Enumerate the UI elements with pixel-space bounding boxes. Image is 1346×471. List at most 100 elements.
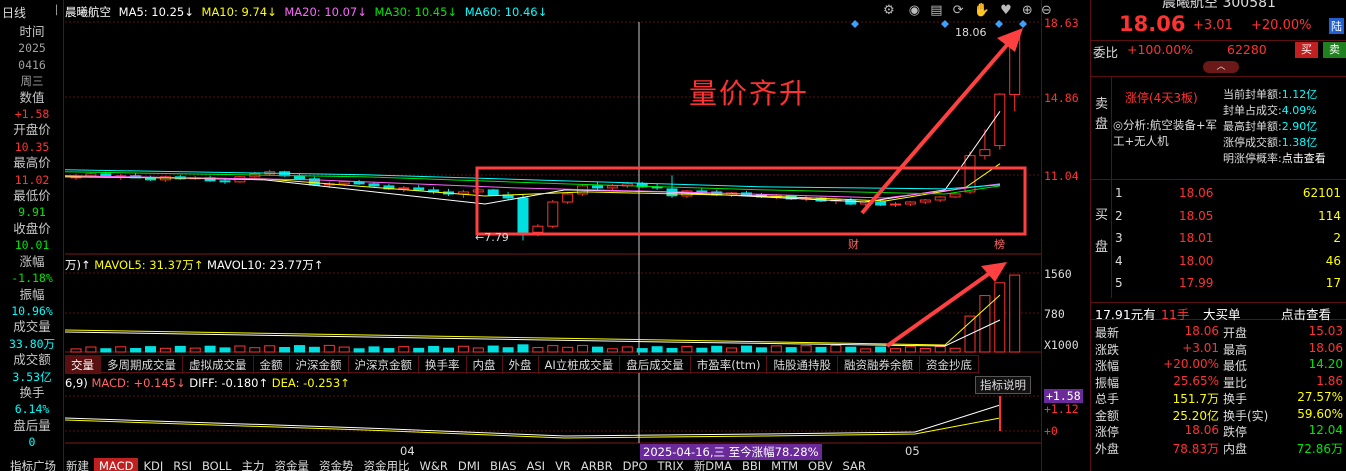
indicator-tab[interactable]: 资金抄底 [920,356,979,374]
bottom-tab[interactable]: 新建 [61,458,94,471]
indicator-tab[interactable]: 沪深金额 [290,356,349,374]
volume-bar [413,347,425,353]
volume-bar [428,345,440,353]
volume-bar [741,345,752,353]
analysis-text[interactable]: ◎分析:航空装备+军工+无人机 [1113,117,1223,149]
bottom-tab[interactable]: VR [550,458,576,471]
kline-chart-area[interactable]: 晨曦航空 MA5: 10.25↓ MA10: 9.74↓ MA20: 10.07… [10,0,1052,471]
bottom-tab[interactable]: 资金用比 [359,458,415,471]
left-value: 0416 [18,57,46,72]
bottom-tab[interactable]: ASI [522,458,551,471]
buy-side-label: 买盘 [1095,208,1109,255]
indicator-tab[interactable]: 沪深京金额 [349,356,419,374]
indicator-tab[interactable]: 市盈率(ttm) [691,356,768,374]
bid-price: 17.99 [1179,276,1214,291]
volume-bar [800,345,812,353]
bid-level: 1 [1115,186,1123,200]
quote-grid: 最新 18.06 开盘 15.03 涨跌 +3.01 最高 18.06 涨幅 +20.00% 最低 1… [1095,324,1345,456]
bottom-tab[interactable]: SAR [837,458,870,471]
limit-stats: 当前封单额:1.12亿 封单占成交:4.09% 最高封单额:2.90亿 涨停成交额:1… [1223,87,1326,167]
indicator-tab[interactable]: 换手率 [419,356,467,374]
indicator-tab[interactable]: 虚拟成交量 [183,356,254,374]
bottom-tab[interactable]: ARBR [576,458,618,471]
indicator-help-button[interactable]: 指标说明 [975,376,1031,394]
quote-label: 涨停 [1095,425,1120,439]
candle-body [517,197,529,233]
bottom-tab[interactable]: BBI [737,458,766,471]
rank-tag[interactable]: 榜 [994,236,1005,252]
left-value: 0 [28,435,36,450]
candle-body [994,93,1006,147]
bottom-tab[interactable]: MACD [94,458,139,471]
indicator-tab[interactable]: 交量 [65,356,101,374]
quote-label: 最新 [1095,326,1120,340]
vol-axis-unit: X1000 [1044,338,1079,352]
volume-bar [115,346,127,353]
bottom-tab[interactable]: MTM [766,458,803,471]
candle-body [368,183,380,187]
indicator-tab[interactable]: 融资融券余额 [838,356,920,374]
zhangting-label: 涨停(4天3板) [1125,91,1198,105]
volume-bar [994,282,1006,353]
volume-bar [755,347,767,353]
bid-volume: 46 [1325,253,1341,268]
bid-volume: 2 [1333,231,1341,246]
webi-volume: 62280 [1227,42,1267,57]
volume-bar [443,347,454,353]
volume-bar [785,347,797,353]
indicator-tab[interactable]: 盘后成交量 [620,356,691,374]
bid-level: 3 [1115,231,1123,246]
webi-value: +100.00% [1127,42,1194,57]
bottom-tab[interactable]: W&R [415,458,453,471]
bottom-tab[interactable]: BOLL [197,458,237,471]
bid-row[interactable]: 1 18.06 62101 [1113,186,1345,209]
quote-value: 151.7万 [1172,392,1219,406]
collapse-up-icon[interactable]: ︿ [1203,61,1239,73]
volume-bar [145,346,156,353]
candle-body [606,185,618,189]
indicator-tab[interactable]: 金额 [254,356,290,374]
bottom-tab[interactable]: TRIX [653,458,689,471]
finance-tag[interactable]: 财 [848,236,859,252]
quote-value: 27.57% [1297,390,1343,404]
low-price-label: ←7.79 [475,231,509,244]
indicator-tab[interactable]: 多周期成交量 [101,356,183,374]
bottom-tab[interactable]: BIAS [485,458,521,471]
indicator-tab[interactable]: 陆股通持股 [767,356,838,374]
volume-bar [204,345,216,353]
volume-bar [249,347,261,353]
indicator-tab[interactable]: 外盘 [503,356,539,374]
bottom-tab[interactable]: 指标广场 [5,458,61,471]
volume-bar [562,346,574,353]
buy-button[interactable]: 买 [1295,42,1318,58]
volume-bar [338,346,350,353]
bottom-tab[interactable]: DPO [618,458,653,471]
volume-bar [234,345,246,353]
quote-label: 换手(实) [1223,408,1269,423]
bottom-tab[interactable]: 资金势 [314,458,359,471]
stat-value[interactable]: 点击查看 [1282,152,1326,165]
bottom-tab[interactable]: 新DMA [689,458,737,471]
volume-bar [383,348,395,353]
bottom-tab[interactable]: 资金量 [270,458,315,471]
bottom-tab[interactable]: KDJ [138,458,168,471]
candle-body [562,193,574,203]
indicator-tab[interactable]: 内盘 [467,356,503,374]
bottom-tab[interactable]: OBV [803,458,837,471]
bid-row[interactable]: 5 17.99 17 [1113,276,1345,299]
bottom-tab[interactable]: RSI [168,458,197,471]
collapse-icon[interactable]: ▕ [50,6,60,18]
stat-value: 1.12亿 [1281,88,1318,101]
bid-price: 18.01 [1179,231,1214,246]
bid-row[interactable]: 4 18.00 46 [1113,254,1345,277]
indicator-tab-bar: 交量 多周期成交量 虚拟成交量 金额 沪深金额 沪深京金额 换手率 内盘 外盘 AI立桩成交量 盘后… [65,355,979,374]
bottom-tab[interactable]: DMI [453,458,485,471]
volume-bar [532,347,544,353]
period-label[interactable]: 日线 [2,4,26,21]
sell-button[interactable]: 卖 [1323,42,1346,58]
big-order-link[interactable]: 点击查看 [1281,304,1331,323]
indicator-tab[interactable]: AI立桩成交量 [539,356,621,374]
bottom-tab[interactable]: 主力 [237,458,270,471]
bid-row[interactable]: 2 18.05 114 [1113,209,1345,232]
bid-row[interactable]: 3 18.01 2 [1113,231,1345,254]
